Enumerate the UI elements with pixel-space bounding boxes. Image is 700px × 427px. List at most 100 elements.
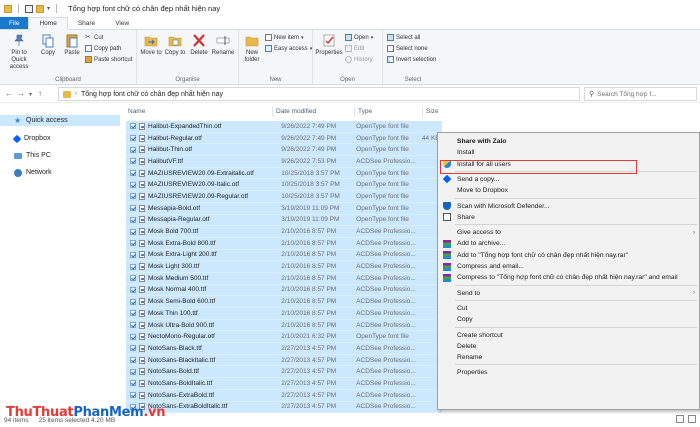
table-row[interactable]: NotoSans-ExtraBold.ttf 2/27/2013 4:57 PM A… (126, 389, 442, 402)
checkbox-icon[interactable] (130, 345, 136, 352)
checkbox-icon[interactable] (130, 170, 136, 177)
pin-quick-access-button[interactable]: Pin to Quick access (3, 33, 35, 71)
table-row[interactable]: Halibut-ExpandedThin.otf 9/26/2022 7:49 P… (126, 121, 442, 133)
back-icon[interactable]: ← (5, 89, 13, 98)
table-row[interactable]: HalibutVF.ttf 9/26/2022 7:53 PM ACDSee Pro… (126, 156, 442, 168)
menu-item-add-to-t-ng-h-p-font-ch-c-ch-n[interactable]: Add to "Tổng hợp font chữ có chân đẹp nh… (438, 250, 699, 261)
breadcrumb[interactable]: Tổng hợp font chữ có chân đẹp nhất hiện … (81, 91, 223, 98)
table-row[interactable]: Mosk Semi-Bold 600.ttf 2/10/2016 8:57 PM A… (126, 296, 442, 308)
select-all-button[interactable]: Select all (387, 33, 420, 42)
column-header-type[interactable]: Type (358, 108, 372, 115)
paste-shortcut-button[interactable]: Paste shortcut (85, 55, 132, 64)
copy-button[interactable]: Copy (38, 33, 58, 57)
menu-item-install[interactable]: Install (438, 147, 699, 158)
table-row[interactable]: Messapia-Regular.otf 3/19/2019 11:09 PM Op… (126, 214, 442, 227)
checkbox-icon[interactable] (130, 286, 136, 293)
table-row[interactable]: Mosk Medium 500.ttf 2/10/2016 8:57 PM ACDS… (126, 272, 442, 285)
table-row[interactable]: NotoSans-BlackItalic.ttf 2/27/2013 4:57 P… (126, 354, 442, 367)
new-item-button[interactable]: New item ▾ (265, 33, 304, 42)
menu-item-properties[interactable]: Properties (438, 367, 699, 378)
large-icons-view-icon[interactable] (688, 415, 696, 423)
search-input[interactable]: ⚲ Search Tổng hợp f... (584, 87, 697, 101)
checkbox-icon[interactable] (130, 205, 136, 212)
checkbox-icon[interactable] (130, 146, 136, 153)
up-icon[interactable]: ↑ (38, 89, 42, 98)
column-divider[interactable] (354, 107, 355, 117)
checkbox-icon[interactable] (130, 193, 136, 200)
checkbox-icon[interactable] (130, 251, 136, 258)
table-row[interactable]: Mosk Ultra-Bold 900.ttf 2/10/2016 8:57 PM… (126, 319, 442, 332)
delete-button[interactable]: Delete (188, 33, 210, 57)
menu-item-give-access-to[interactable]: Give access to › (438, 227, 699, 238)
menu-item-rename[interactable]: Rename (438, 352, 699, 363)
table-row[interactable]: Halibut-Thin.otf 9/26/2022 7:49 PM OpenTyp… (126, 144, 442, 157)
sidebar-item-quick-access[interactable]: ★ Quick access (0, 115, 120, 126)
menu-item-share-with-zalo[interactable]: Share with Zalo (438, 136, 699, 147)
move-to-button[interactable]: Move to (140, 33, 162, 57)
menu-item-compress-and-email[interactable]: Compress and email... (438, 261, 699, 272)
menu-item-send-a-copy[interactable]: Send a copy... (438, 174, 699, 185)
table-row[interactable]: NotoSans-BoldItalic.ttf 2/27/2013 4:57 PM… (126, 378, 442, 390)
menu-item-share[interactable]: Share (438, 212, 699, 223)
checkbox-icon[interactable] (130, 357, 136, 364)
checkbox-icon[interactable] (130, 310, 136, 317)
menu-item-move-to-dropbox[interactable]: Move to Dropbox (438, 185, 699, 196)
menu-item-cut[interactable]: Cut (438, 303, 699, 314)
table-row[interactable]: MAZIUSREVIEW20.09-Regular.otf 10/25/2018 … (126, 191, 442, 203)
sidebar-item-network[interactable]: Network (14, 167, 52, 178)
paste-button[interactable]: Paste (62, 33, 82, 57)
checkbox-icon[interactable] (130, 158, 136, 165)
chevron-down-icon[interactable]: ▾ (47, 5, 50, 12)
table-row[interactable]: MAZIUSREVIEW20.09-Italic.otf 10/25/2018 3… (126, 179, 442, 192)
table-row[interactable]: NotoSans-Black.ttf 2/27/2013 4:57 PM ACDSe… (126, 343, 442, 355)
column-header-date[interactable]: Date modified (276, 108, 316, 115)
table-row[interactable]: NectoMono-Regular.otf 2/10/2021 6:32 PM Op… (126, 331, 442, 344)
table-row[interactable]: Mosk Extra-Bold 800.ttf 2/10/2016 8:57 PM… (126, 237, 442, 250)
chevron-right-icon[interactable]: › (75, 91, 77, 97)
checkbox-icon[interactable] (130, 275, 136, 282)
menu-item-add-to-archive[interactable]: Add to archive... (438, 238, 699, 249)
recent-locations-icon[interactable]: ▾ (29, 91, 32, 98)
new-folder-quick-icon[interactable] (36, 4, 44, 13)
forward-icon[interactable]: → (17, 89, 25, 98)
table-row[interactable]: Mosk Thin 100.ttf 2/10/2016 8:57 PM ACDSee… (126, 308, 442, 320)
copy-path-button[interactable]: Copy path (85, 44, 121, 53)
cut-button[interactable]: ✂ Cut (85, 33, 103, 42)
history-button[interactable]: History (345, 55, 373, 64)
checkbox-icon[interactable] (130, 263, 136, 270)
menu-item-copy[interactable]: Copy (438, 314, 699, 325)
properties-quick-icon[interactable] (25, 4, 33, 13)
checkbox-icon[interactable] (130, 298, 136, 305)
copy-to-button[interactable]: Copy to (164, 33, 186, 57)
checkbox-icon[interactable] (130, 380, 136, 387)
table-row[interactable]: Mosk Normal 400.ttf 2/10/2016 8:57 PM ACDS… (126, 284, 442, 297)
tab-home[interactable]: Home (28, 17, 68, 30)
checkbox-icon[interactable] (130, 322, 136, 329)
checkbox-icon[interactable] (130, 181, 136, 188)
checkbox-icon[interactable] (130, 228, 136, 235)
select-none-button[interactable]: Select none (387, 44, 428, 53)
edit-button[interactable]: Edit (345, 44, 364, 53)
checkbox-icon[interactable] (130, 392, 136, 399)
checkbox-icon[interactable] (130, 368, 136, 375)
column-header-size[interactable]: Size (426, 108, 439, 115)
column-divider[interactable] (422, 107, 423, 117)
table-row[interactable]: Mosk Bold 700.ttf 2/10/2016 8:57 PM ACDSee… (126, 226, 442, 238)
menu-item-compress-to-t-ng-h-p-font-ch-c[interactable]: Compress to "Tổng hợp font chữ có chân đ… (438, 272, 699, 283)
table-row[interactable]: MAZIUSREVIEW20.09-Extraitalic.otf 10/25/2… (126, 167, 442, 180)
column-header-name[interactable]: Name (128, 108, 145, 115)
easy-access-button[interactable]: Easy access ▾ (265, 44, 312, 53)
new-folder-button[interactable]: New folder (241, 33, 263, 64)
tab-file[interactable]: File (0, 17, 29, 29)
table-row[interactable]: Mosk Light 300.ttf 2/10/2016 8:57 PM ACDSe… (126, 261, 442, 273)
menu-item-create-shortcut[interactable]: Create shortcut (438, 330, 699, 341)
checkbox-icon[interactable] (130, 135, 136, 142)
invert-selection-button[interactable]: Invert selection (387, 55, 436, 64)
sidebar-item-dropbox[interactable]: Dropbox (12, 133, 50, 144)
column-divider[interactable] (272, 107, 273, 117)
checkbox-icon[interactable] (130, 216, 136, 223)
checkbox-icon[interactable] (130, 240, 136, 247)
table-row[interactable]: NotoSans-ExtraBoldItalic.ttf 2/27/2013 4:… (126, 401, 442, 414)
menu-item-scan-with-microsoft-defender[interactable]: Scan with Microsoft Defender... (438, 201, 699, 212)
table-row[interactable]: Halibut-Regular.otf 9/26/2022 7:49 PM Open… (126, 132, 442, 145)
